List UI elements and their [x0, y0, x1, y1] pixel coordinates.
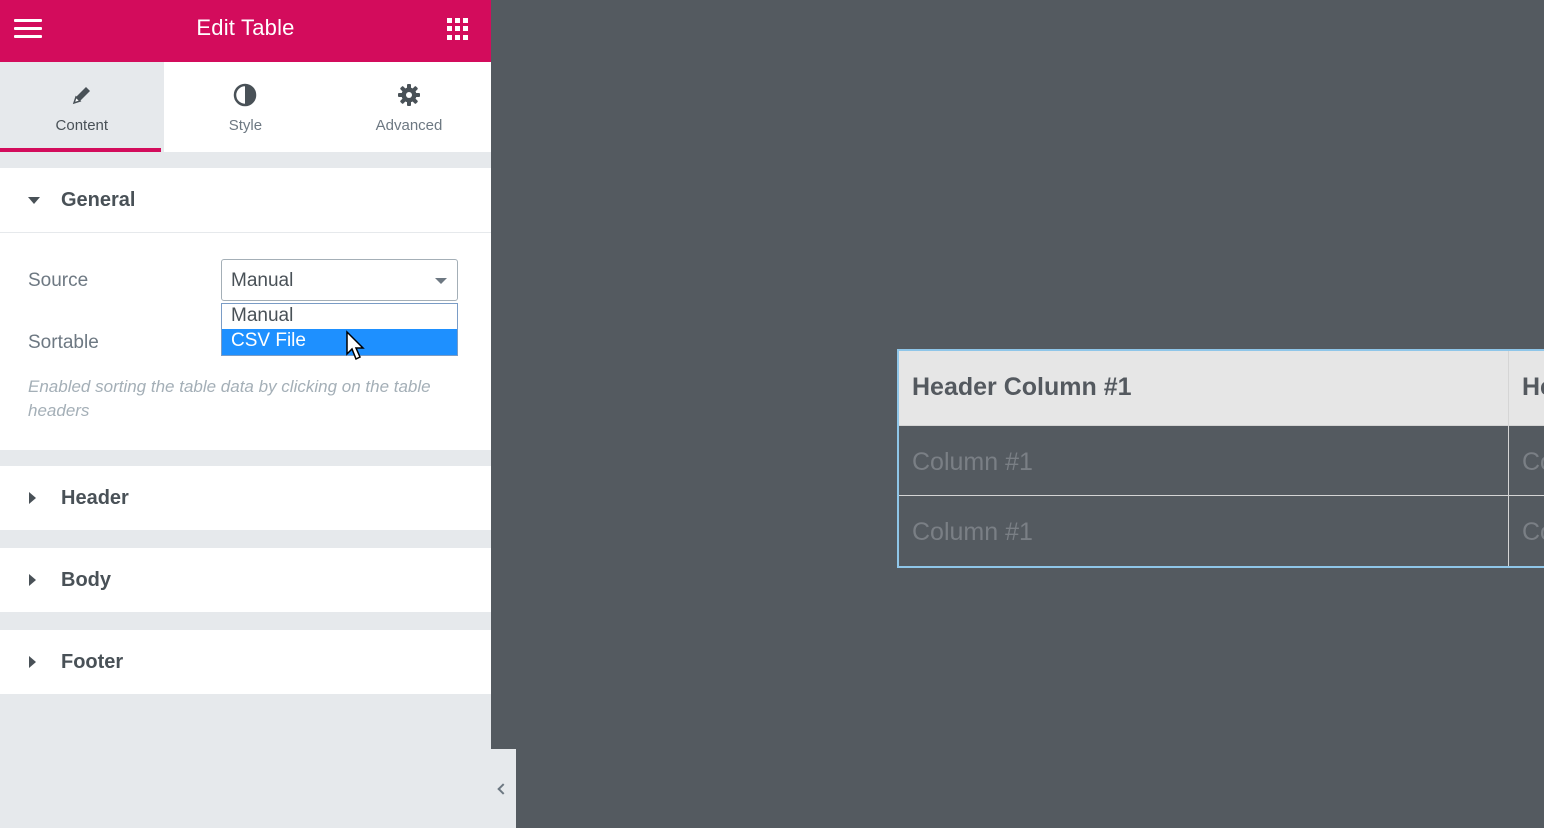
caret-right-icon [29, 656, 36, 668]
sortable-help-text: Enabled sorting the table data by clicki… [28, 377, 431, 420]
sortable-label: Sortable [28, 332, 99, 353]
option-manual[interactable]: Manual [222, 304, 457, 329]
table-row: Column #1 Co [899, 425, 1544, 496]
panel-tabs: Content Style Advanced [0, 62, 491, 152]
section-title: Header [61, 487, 129, 509]
caret-right-icon [29, 492, 36, 504]
option-csv-file[interactable]: CSV File [222, 329, 457, 355]
general-section-toggle[interactable]: General [0, 168, 491, 232]
section-title: General [61, 189, 136, 211]
header-section-toggle[interactable]: Header [0, 466, 491, 530]
divider [0, 232, 491, 233]
panel-header: Edit Table [0, 0, 491, 62]
pencil-icon [72, 87, 90, 105]
table-header-cell: He [1522, 373, 1544, 401]
tab-label: Advanced [375, 117, 443, 134]
table-header-cell: Header Column #1 [899, 351, 1509, 425]
tab-content[interactable]: Content [0, 62, 164, 152]
dropdown-arrow-icon [435, 278, 447, 284]
tab-style[interactable]: Style [164, 62, 328, 152]
collapse-panel-button[interactable] [491, 749, 516, 828]
table-cell: Co [1522, 448, 1544, 476]
section-title: Footer [61, 651, 124, 673]
apps-grid-icon[interactable] [447, 18, 469, 40]
preview-table[interactable]: Header Column #1 He Column #1 Co Column … [897, 349, 1544, 568]
chevron-left-icon [497, 783, 509, 795]
section-title: Body [61, 569, 111, 591]
half-circle-icon [234, 83, 257, 107]
editor-panel: Edit Table Content Style Advanced Genera… [0, 0, 491, 828]
table-cell: Column #1 [899, 496, 1509, 566]
mouse-cursor-icon [346, 330, 365, 361]
source-select-value: Manual [231, 270, 294, 291]
body-section-toggle[interactable]: Body [0, 548, 491, 612]
footer-section[interactable]: Footer [0, 630, 491, 694]
table-header-row: Header Column #1 He [899, 351, 1544, 425]
tab-label: Style [228, 117, 263, 134]
source-dropdown-list: Manual CSV File [221, 303, 458, 356]
footer-section-toggle[interactable]: Footer [0, 630, 491, 694]
table-row: Column #1 Co [899, 496, 1544, 566]
gear-icon [397, 84, 420, 106]
body-section[interactable]: Body [0, 548, 491, 612]
caret-right-icon [29, 574, 36, 586]
tab-label: Content [55, 117, 109, 134]
caret-down-icon [28, 197, 40, 204]
source-select[interactable]: Manual [221, 259, 458, 301]
source-label: Source [28, 270, 89, 291]
header-section[interactable]: Header [0, 466, 491, 530]
tab-advanced[interactable]: Advanced [327, 62, 491, 152]
panel-title: Edit Table [196, 15, 295, 40]
table-cell: Column #1 [899, 426, 1509, 495]
table-cell: Co [1522, 518, 1544, 546]
